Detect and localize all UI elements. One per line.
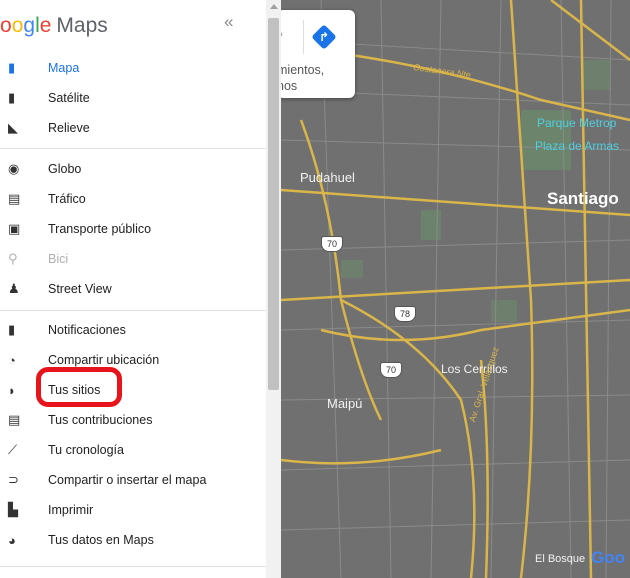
- map-label-pudahuel: Pudahuel: [300, 170, 355, 185]
- menu-item-tu-cronología[interactable]: ⟋ Tu cronología: [0, 436, 266, 464]
- menu-item-mapa[interactable]: ▮ Mapa: [0, 54, 266, 82]
- share-location-icon: ◔: [8, 352, 16, 368]
- route-shield: 78: [394, 306, 416, 322]
- sidebar-scrollbar[interactable]: [266, 0, 281, 578]
- menu-item-label: Mapa: [48, 61, 80, 75]
- menu-item-tus-contribuciones[interactable]: ▤ Tus contribuciones: [0, 406, 266, 434]
- menu-divider: [0, 566, 266, 567]
- menu-item-label: Satélite: [48, 91, 90, 105]
- menu-item-label: Tus datos en Maps: [48, 533, 154, 547]
- menu-item-label: Tus contribuciones: [48, 413, 153, 427]
- search-icon[interactable]: ⌕: [281, 26, 284, 44]
- street-view-icon: ♟: [8, 281, 20, 296]
- google-watermark: Goo: [591, 548, 625, 567]
- map-label-bosque: El Bosque: [535, 553, 586, 565]
- map-icon: ▮: [8, 60, 16, 75]
- logo-maps-word: Maps: [56, 14, 108, 37]
- terrain-icon: ◣: [8, 120, 18, 135]
- menu-item-street-view[interactable]: ♟ Street View: [0, 275, 266, 303]
- logo-letter: e: [39, 14, 52, 37]
- menu-item-tus-datos-en-maps[interactable]: ◕ Tus datos en Maps: [0, 526, 266, 554]
- route-shield: 70: [321, 236, 343, 252]
- transit-icon: ▣: [8, 221, 21, 236]
- notifications-icon: ▮: [8, 322, 16, 337]
- globe-icon: ◉: [8, 161, 20, 176]
- menu-item-label: Notificaciones: [48, 323, 126, 337]
- menu-item-label: Imprimir: [48, 503, 94, 517]
- search-divider: [303, 20, 304, 54]
- timeline-icon: ⟋: [8, 442, 18, 457]
- menu-item-bici[interactable]: ⚲ Bici: [0, 245, 266, 273]
- google-maps-logo: oogle Maps: [0, 14, 108, 38]
- menu-divider: [0, 148, 266, 149]
- map-label-maipu: Maipú: [327, 396, 363, 411]
- menu-item-compartir-ubicación[interactable]: ◔ Compartir ubicación: [0, 346, 266, 374]
- menu-item-label: Tu cronología: [48, 443, 124, 457]
- menu-item-compartir-o-insertar-el-mapa[interactable]: ⊃ Compartir o insertar el mapa: [0, 466, 266, 494]
- collapse-menu-button[interactable]: «: [224, 12, 233, 32]
- menu-item-transporte-público[interactable]: ▣ Transporte público: [0, 215, 266, 243]
- menu-item-label: Tus sitios: [48, 383, 101, 397]
- contributions-icon: ▤: [8, 412, 21, 427]
- directions-arrow-icon: ↱: [319, 30, 330, 44]
- menu-item-notificaciones[interactable]: ▮ Notificaciones: [0, 316, 266, 344]
- menu-item-label: Globo: [48, 162, 82, 176]
- share-embed-icon: ⊃: [8, 472, 19, 487]
- side-menu: oogle Maps « ▮ Mapa ▮ Satélite ◣ Relieve ◉ Globo…: [0, 0, 266, 578]
- data-icon: ◕: [8, 532, 16, 548]
- suggestion-line: nos: [281, 79, 298, 93]
- search-suggestion[interactable]: mientos, nos: [281, 62, 351, 94]
- menu-item-label: Relieve: [48, 121, 90, 135]
- satellite-icon: ▮: [8, 90, 16, 105]
- logo-letter: o: [11, 14, 24, 37]
- menu-item-label: Transporte público: [48, 222, 152, 236]
- bike-icon: ⚲: [8, 251, 18, 266]
- menu-item-globo[interactable]: ◉ Globo: [0, 155, 266, 183]
- route-shield: 70: [380, 362, 402, 378]
- traffic-icon: ▤: [8, 191, 21, 206]
- logo-letter: o: [0, 14, 12, 37]
- menu-item-tráfico[interactable]: ▤ Tráfico: [0, 185, 266, 213]
- menu-item-satélite[interactable]: ▮ Satélite: [0, 84, 266, 112]
- menu-item-imprimir[interactable]: ▙ Imprimir: [0, 496, 266, 524]
- print-icon: ▙: [8, 502, 18, 517]
- menu-item-label: Tráfico: [48, 192, 86, 206]
- map-canvas[interactable]: ⌕ ↱ mientos, nos Costanera Nte Parque Me…: [281, 0, 630, 578]
- menu-item-label: Compartir o insertar el mapa: [48, 473, 207, 487]
- map-label-santiago: Santiago: [547, 189, 619, 208]
- logo-letter: g: [23, 14, 36, 37]
- scrollbar-thumb[interactable]: [268, 18, 279, 390]
- menu-item-label: Street View: [48, 282, 112, 296]
- map-label-plaza: Plaza de Armas: [535, 139, 620, 153]
- scroll-up-arrow-icon[interactable]: [270, 4, 278, 9]
- menu-item-label: Bici: [48, 252, 69, 266]
- menu-divider: [0, 310, 266, 311]
- map-label-parque: Parque Metrop: [537, 116, 617, 130]
- menu-item-relieve[interactable]: ◣ Relieve: [0, 114, 266, 142]
- menu-item-label: Compartir ubicación: [48, 353, 160, 367]
- map-label-cerrillos: Los Cerrillos: [441, 362, 508, 376]
- menu-item-tus-sitios[interactable]: ◗ Tus sitios: [0, 376, 266, 404]
- suggestion-line: mientos,: [281, 63, 325, 77]
- search-box-card[interactable]: ⌕ ↱ mientos, nos: [281, 10, 355, 98]
- your-places-icon: ◗: [8, 382, 16, 398]
